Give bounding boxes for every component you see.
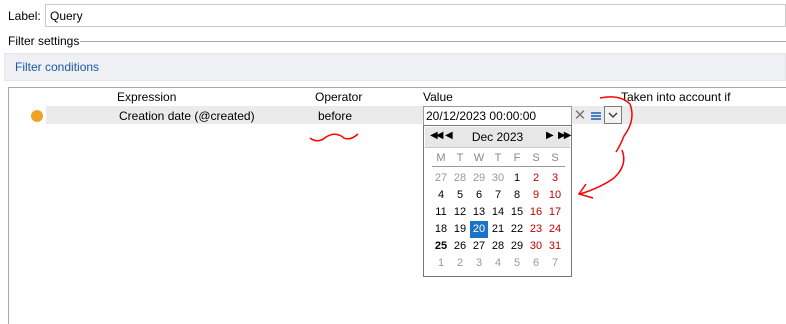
annotation-underline: [309, 133, 359, 142]
annotation-arrow: [579, 149, 625, 195]
annotation-overlay: [309, 96, 633, 199]
annotation-circle: [599, 96, 633, 153]
